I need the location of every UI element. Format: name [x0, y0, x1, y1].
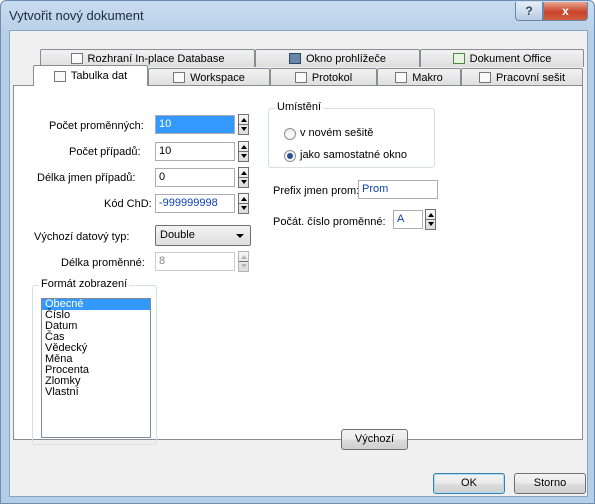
document-icon	[294, 72, 307, 83]
tab-label: Pracovní sešit	[495, 71, 566, 84]
md-code-spinner[interactable]	[238, 193, 249, 214]
variable-length-input[interactable]: 8	[155, 252, 235, 271]
variable-length-label: Délka proměnné:	[61, 257, 145, 269]
tab-protocol[interactable]: Protokol	[270, 68, 377, 86]
radio-new-workbook[interactable]	[284, 128, 296, 140]
cases-label: Počet případů:	[69, 146, 141, 158]
table-icon	[53, 70, 66, 82]
prefix-label: Prefix jmen prom:	[273, 185, 360, 197]
dialog-window: Vytvořit nový dokument ? x Rozhraní In-p…	[0, 0, 595, 504]
default-type-value: Double	[160, 229, 195, 241]
case-name-length-label: Délka jmen případů:	[37, 172, 136, 184]
variables-label: Počet proměnných:	[49, 120, 144, 132]
excel-icon	[452, 53, 465, 64]
chevron-down-icon	[236, 234, 244, 238]
default-type-dropdown[interactable]: Double	[155, 225, 251, 246]
cancel-button[interactable]: Storno	[514, 473, 586, 494]
start-number-input[interactable]: A	[393, 210, 423, 229]
close-button[interactable]: x	[543, 2, 588, 21]
macro-icon	[395, 72, 408, 83]
placement-group-title: Umístění	[275, 101, 324, 113]
tab-browser-window[interactable]: Okno prohlížeče	[255, 49, 420, 67]
tab-label: Makro	[412, 71, 443, 84]
list-item[interactable]: Vlastní	[42, 387, 150, 398]
workbook-icon	[478, 72, 491, 83]
help-button[interactable]: ?	[515, 2, 543, 21]
start-number-spinner[interactable]	[425, 209, 436, 230]
format-group-title: Formát zobrazení	[39, 278, 130, 290]
workspace-icon	[173, 72, 186, 83]
case-name-length-spinner[interactable]	[238, 167, 249, 188]
tab-macro[interactable]: Makro	[377, 68, 461, 86]
radio-standalone-window-label: jako samostatné okno	[300, 149, 408, 161]
window-title: Vytvořit nový dokument	[9, 8, 144, 23]
tab-workspace[interactable]: Workspace	[148, 68, 270, 86]
default-type-label: Výchozí datový typ:	[34, 231, 130, 243]
tab-label: Workspace	[190, 71, 245, 84]
tab-label: Okno prohlížeče	[305, 52, 387, 65]
tab-label: Tabulka dat	[70, 70, 128, 82]
tab-office-document[interactable]: Dokument Office	[420, 49, 584, 67]
case-name-length-input[interactable]: 0	[155, 168, 235, 187]
variable-length-spinner[interactable]	[238, 251, 249, 272]
radio-standalone-window[interactable]	[284, 150, 296, 162]
start-number-label: Počát. číslo proměnné:	[273, 216, 386, 228]
default-button[interactable]: Výchozí	[341, 429, 408, 450]
md-code-input[interactable]: -999999998	[155, 194, 235, 213]
variables-spinner[interactable]	[238, 114, 249, 135]
md-code-label: Kód ChD:	[104, 198, 152, 210]
database-icon	[70, 53, 83, 64]
radio-new-workbook-label: v novém sešitě	[300, 127, 374, 139]
prefix-input[interactable]: Prom	[358, 180, 438, 199]
tab-workbook[interactable]: Pracovní sešit	[461, 68, 583, 86]
format-listbox[interactable]: Obecné Číslo Datum Čas Vědecký Měna Proc…	[41, 298, 151, 438]
tab-label: Dokument Office	[469, 52, 552, 65]
tab-label: Protokol	[311, 71, 353, 84]
cases-input[interactable]: 10	[155, 142, 235, 161]
tab-data-table[interactable]: Tabulka dat	[33, 65, 148, 86]
ok-button[interactable]: OK	[433, 473, 505, 494]
browser-icon	[288, 53, 301, 64]
variables-input[interactable]: 10	[155, 115, 235, 134]
cases-spinner[interactable]	[238, 141, 249, 162]
